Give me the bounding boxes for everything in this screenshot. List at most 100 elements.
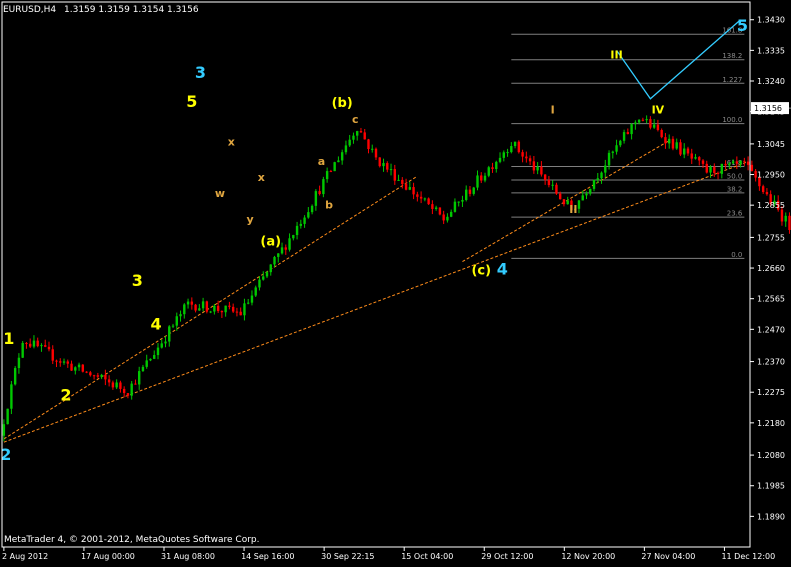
candle-body[interactable] (322, 179, 325, 195)
candle-body[interactable] (134, 383, 137, 385)
candle-body[interactable] (761, 186, 765, 193)
candle-body[interactable] (438, 207, 442, 215)
candle-body[interactable] (141, 366, 145, 372)
candle-body[interactable] (382, 163, 385, 167)
candle-body[interactable] (17, 357, 21, 369)
candle-body[interactable] (427, 198, 430, 205)
candle-body[interactable] (664, 137, 667, 144)
candle-body[interactable] (21, 342, 24, 358)
candle-body[interactable] (607, 152, 611, 166)
candle-body[interactable] (378, 157, 381, 167)
candle-body[interactable] (562, 199, 566, 205)
candle-body[interactable] (540, 166, 543, 175)
candle-body[interactable] (92, 375, 96, 377)
candle-body[interactable] (592, 179, 596, 189)
candle-body[interactable] (709, 166, 712, 173)
candle-body[interactable] (137, 371, 141, 385)
candle-body[interactable] (303, 217, 306, 224)
candle-body[interactable] (44, 345, 47, 347)
candle-body[interactable] (243, 303, 246, 316)
candle-body[interactable] (555, 184, 558, 194)
candle-body[interactable] (716, 172, 720, 174)
candle-body[interactable] (724, 163, 727, 166)
candle-body[interactable] (2, 424, 6, 436)
candle-body[interactable] (780, 209, 784, 222)
candle-body[interactable] (453, 201, 457, 212)
candle-body[interactable] (393, 169, 396, 181)
candle-body[interactable] (288, 238, 291, 250)
candle-body[interactable] (325, 171, 329, 180)
candle-body[interactable] (62, 361, 66, 363)
candle-body[interactable] (168, 326, 171, 342)
candle-body[interactable] (356, 131, 359, 136)
candle-body[interactable] (149, 358, 152, 361)
candle-body[interactable] (416, 194, 419, 197)
candle-body[interactable] (656, 124, 660, 131)
candle-body[interactable] (551, 184, 554, 186)
candle-body[interactable] (412, 187, 415, 195)
candle-body[interactable] (220, 310, 224, 313)
candle-body[interactable] (258, 279, 261, 288)
candle-body[interactable] (731, 161, 735, 164)
candle-body[interactable] (506, 152, 509, 154)
candle-body[interactable] (528, 158, 532, 162)
candle-body[interactable] (675, 142, 678, 149)
candle-body[interactable] (277, 253, 280, 257)
candle-body[interactable] (397, 179, 400, 181)
candle-body[interactable] (171, 325, 175, 327)
candle-body[interactable] (660, 130, 663, 138)
candle-body[interactable] (476, 175, 479, 188)
candle-body[interactable] (239, 311, 242, 316)
candle-body[interactable] (145, 360, 148, 367)
candle-body[interactable] (265, 272, 269, 277)
candle-body[interactable] (262, 276, 265, 280)
candle-body[interactable] (40, 345, 43, 347)
candle-body[interactable] (743, 160, 746, 162)
candle-body[interactable] (735, 161, 739, 164)
candle-body[interactable] (254, 287, 257, 296)
candle-body[interactable] (310, 205, 314, 213)
candle-body[interactable] (513, 141, 517, 147)
candle-body[interactable] (449, 211, 453, 217)
candle-body[interactable] (634, 122, 637, 125)
candle-body[interactable] (713, 166, 716, 173)
candle-body[interactable] (295, 225, 299, 236)
candle-body[interactable] (701, 160, 705, 164)
candle-body[interactable] (611, 151, 615, 153)
candle-body[interactable] (269, 264, 272, 273)
candle-body[interactable] (495, 161, 498, 170)
candle-body[interactable] (472, 187, 475, 194)
candle-body[interactable] (461, 199, 464, 202)
candle-body[interactable] (201, 301, 205, 309)
candle-body[interactable] (679, 142, 682, 155)
candle-body[interactable] (59, 361, 62, 363)
price-chart[interactable]: 161.8138.21.227100.061.850.038.223.60.0 … (0, 0, 791, 567)
candle-body[interactable] (89, 372, 92, 376)
candle-body[interactable] (446, 216, 449, 221)
candle-body[interactable] (160, 343, 163, 348)
candle-body[interactable] (284, 247, 287, 250)
candle-body[interactable] (374, 148, 378, 158)
candle-body[interactable] (543, 174, 547, 181)
candle-body[interactable] (652, 124, 656, 128)
candle-body[interactable] (104, 374, 107, 380)
candle-body[interactable] (10, 384, 13, 409)
candle-body[interactable] (765, 192, 769, 195)
candle-body[interactable] (510, 146, 513, 153)
candle-body[interactable] (130, 383, 133, 396)
candle-body[interactable] (190, 301, 194, 305)
candle-body[interactable] (683, 148, 686, 155)
candle-body[interactable] (728, 163, 731, 166)
candle-body[interactable] (720, 163, 724, 174)
candle-body[interactable] (577, 200, 581, 209)
candle-body[interactable] (85, 371, 88, 373)
candle-body[interactable] (645, 119, 648, 121)
candle-body[interactable] (216, 305, 220, 311)
candle-body[interactable] (47, 346, 51, 350)
candle-body[interactable] (525, 156, 528, 159)
candle-body[interactable] (198, 308, 201, 311)
candle-body[interactable] (224, 305, 227, 313)
candle-body[interactable] (386, 163, 389, 170)
candle-body[interactable] (480, 175, 483, 181)
candle-body[interactable] (36, 340, 39, 347)
